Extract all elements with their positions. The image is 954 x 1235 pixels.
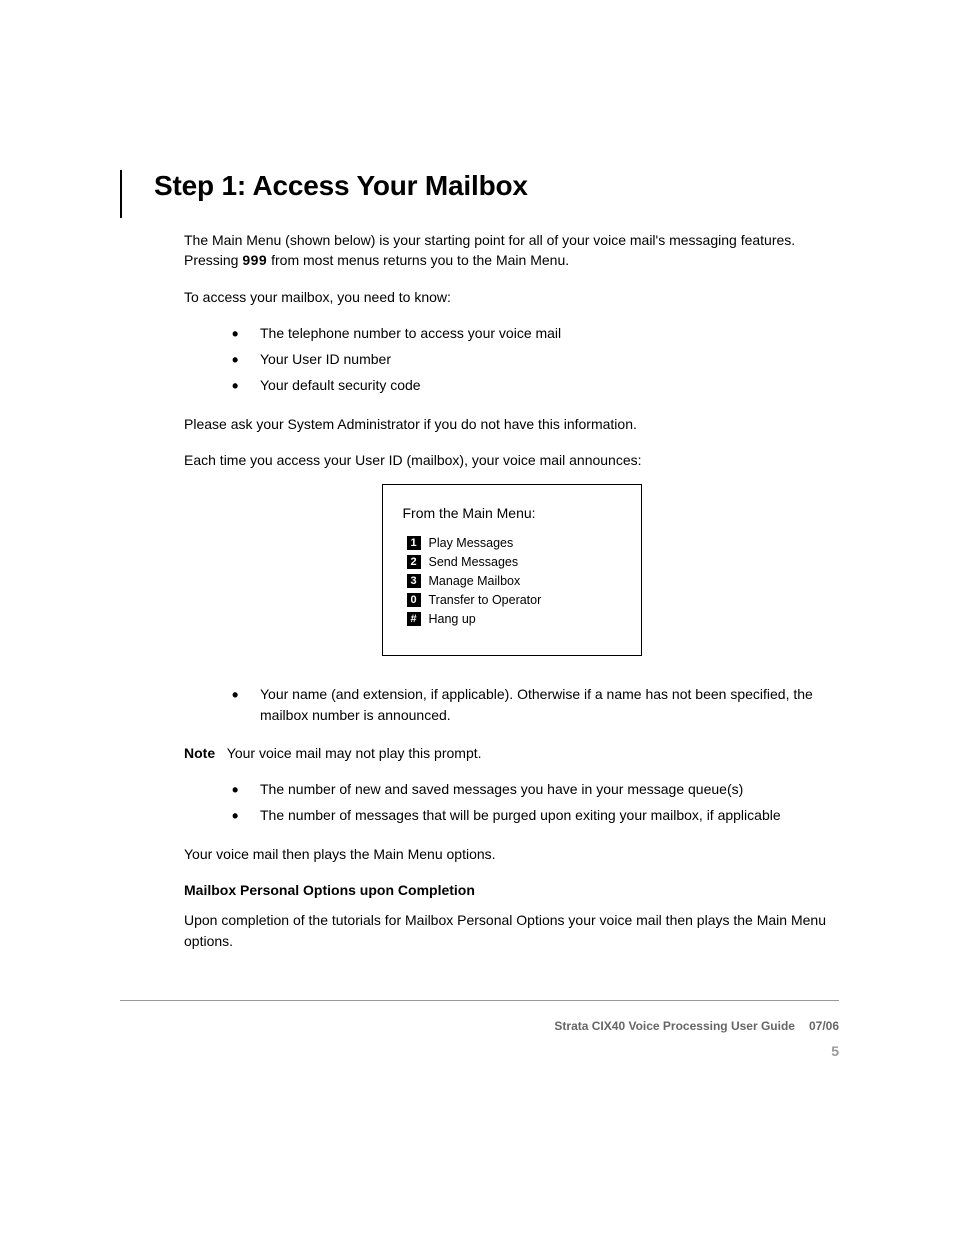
announce-list-2: The number of new and saved messages you… xyxy=(232,779,839,826)
list-item: The telephone number to access your voic… xyxy=(232,323,839,343)
footer-title: Strata CIX40 Voice Processing User Guide xyxy=(554,1019,795,1033)
main-menu-list: 1 Play Messages 2 Send Messages 3 Manage Ma… xyxy=(407,534,621,629)
step-heading: Step 1: Access Your Mailbox xyxy=(154,170,839,202)
menu-item: # Hang up xyxy=(407,610,621,628)
note-paragraph: Note Your voice mail may not play this p… xyxy=(184,743,839,763)
footer: Strata CIX40 Voice Processing User Guide… xyxy=(554,1019,839,1033)
intro-post: from most menus returns you to the Main … xyxy=(267,252,569,268)
keycap-icon: # xyxy=(407,612,421,626)
menu-item-label: Manage Mailbox xyxy=(429,572,521,590)
note-body: Your voice mail may not play this prompt… xyxy=(227,745,482,761)
ask-admin-paragraph: Please ask your System Administrator if … xyxy=(184,414,839,434)
list-item: Your default security code xyxy=(232,375,839,395)
keycap-icon: 2 xyxy=(407,555,421,569)
menu-item-label: Play Messages xyxy=(429,534,514,552)
keycap-icon: 3 xyxy=(407,574,421,588)
keycap-icon: 0 xyxy=(407,593,421,607)
intro-paragraph: The Main Menu (shown below) is your star… xyxy=(184,230,839,271)
footer-rule xyxy=(120,1000,839,1001)
page-number: 5 xyxy=(831,1043,839,1059)
menu-item: 0 Transfer to Operator xyxy=(407,591,621,609)
access-requirements-list: The telephone number to access your voic… xyxy=(232,323,839,396)
footer-date: 07/06 xyxy=(809,1019,839,1033)
main-menu-box: From the Main Menu: 1 Play Messages 2 Send… xyxy=(382,484,642,656)
menu-item: 3 Manage Mailbox xyxy=(407,572,621,590)
completion-body: Upon completion of the tutorials for Mai… xyxy=(184,910,839,951)
body-content: The Main Menu (shown below) is your star… xyxy=(184,230,839,951)
menu-item: 1 Play Messages xyxy=(407,534,621,552)
list-item: Your name (and extension, if applicable)… xyxy=(232,684,839,725)
completion-heading: Mailbox Personal Options upon Completion xyxy=(184,880,839,900)
keycap-icon: 1 xyxy=(407,536,421,550)
box-title: From the Main Menu: xyxy=(403,503,621,523)
key-999: 999 xyxy=(242,252,267,268)
announce-list-1: Your name (and extension, if applicable)… xyxy=(232,684,839,725)
list-item: Your User ID number xyxy=(232,349,839,369)
menu-item-label: Send Messages xyxy=(429,553,519,571)
menu-box-row: From the Main Menu: 1 Play Messages 2 Send… xyxy=(184,484,839,656)
note-label: Note xyxy=(184,745,215,761)
menu-item: 2 Send Messages xyxy=(407,553,621,571)
completion-heading-text: Mailbox Personal Options upon Completion xyxy=(184,882,475,898)
closing-paragraph: Your voice mail then plays the Main Menu… xyxy=(184,844,839,864)
list-item: The number of messages that will be purg… xyxy=(232,805,839,825)
menu-item-label: Transfer to Operator xyxy=(429,591,542,609)
document-page: Step 1: Access Your Mailbox The Main Men… xyxy=(0,0,954,1235)
list-item: The number of new and saved messages you… xyxy=(232,779,839,799)
revision-bar xyxy=(120,170,122,218)
menu-item-label: Hang up xyxy=(429,610,476,628)
announce-intro: Each time you access your User ID (mailb… xyxy=(184,450,839,470)
access-intro: To access your mailbox, you need to know… xyxy=(184,287,839,307)
